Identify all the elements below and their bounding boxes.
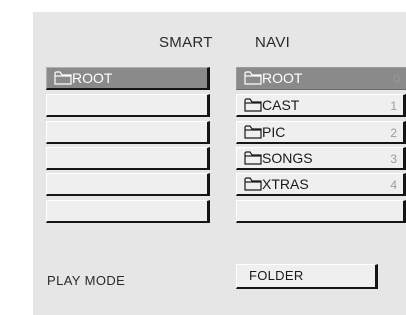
right-list-item-index: 4 — [390, 178, 397, 192]
folder-icon — [244, 71, 262, 85]
left-list-item-empty[interactable] — [46, 121, 210, 144]
right-list-item-index: 2 — [390, 126, 397, 140]
left-list-item-empty[interactable] — [46, 94, 210, 117]
play-mode-selector[interactable]: FOLDER — [236, 264, 378, 289]
play-mode-label: PLAY MODE — [47, 273, 126, 288]
menu-title-right: NAVI — [255, 34, 291, 51]
menu-title-left: SMART — [159, 34, 213, 51]
left-list-item-empty[interactable] — [46, 147, 210, 170]
right-list-item-label: ROOT — [262, 70, 303, 86]
folder-icon — [244, 151, 262, 165]
right-list-item-root[interactable]: ROOT 0 — [236, 67, 406, 90]
folder-icon — [244, 125, 262, 139]
play-mode-value: FOLDER — [249, 268, 304, 283]
right-list-item-xtras[interactable]: XTRAS 4 — [236, 173, 406, 196]
right-list-item-label: SONGS — [262, 150, 313, 166]
right-list-item-pic[interactable]: PIC 2 — [236, 121, 406, 144]
right-list-item-label: XTRAS — [262, 176, 309, 192]
right-list-item-label: PIC — [262, 124, 286, 140]
right-list-item-cast[interactable]: CAST 1 — [236, 94, 406, 117]
right-list-item-index: 1 — [390, 99, 397, 113]
folder-icon — [244, 98, 262, 112]
left-list-item-label: ROOT — [72, 70, 113, 86]
left-list-item-empty[interactable] — [46, 200, 210, 223]
left-list-item-empty[interactable] — [46, 173, 210, 196]
right-list-item-empty[interactable] — [236, 200, 406, 223]
right-list-item-songs[interactable]: SONGS 3 — [236, 147, 406, 170]
left-list-item-root[interactable]: ROOT — [46, 67, 210, 90]
folder-icon — [54, 71, 72, 85]
folder-icon — [244, 177, 262, 191]
right-list-item-index: 0 — [393, 72, 400, 86]
right-list-item-label: CAST — [262, 97, 300, 113]
right-list-item-index: 3 — [390, 152, 397, 166]
